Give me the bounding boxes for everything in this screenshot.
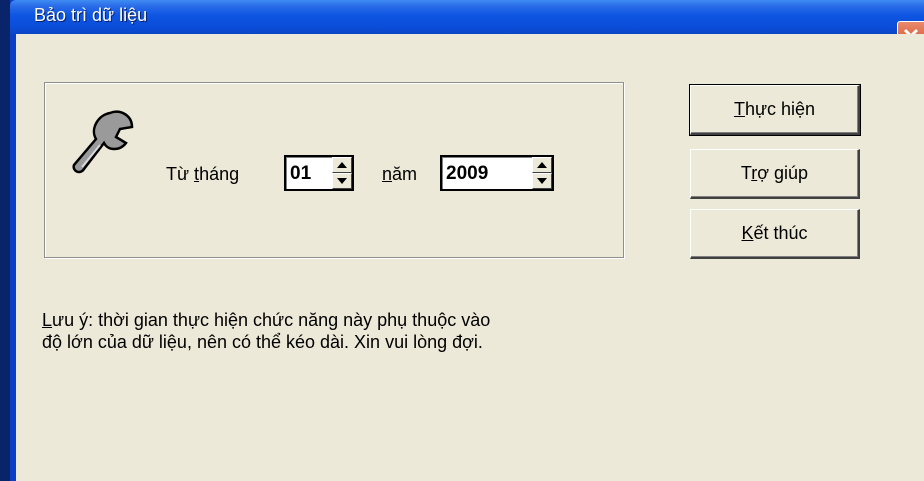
note-text: Lưu ý: thời gian thực hiện chức năng này…: [42, 309, 662, 353]
month-spinner[interactable]: 01: [284, 155, 354, 191]
arrow-up-icon: [337, 162, 347, 168]
note-line-2: độ lớn của dữ liệu, nên có thể kéo dài. …: [42, 332, 483, 352]
from-month-label: Từ tháng: [166, 164, 240, 184]
window-title: Bảo trì dữ liệu: [34, 5, 148, 25]
title-bar[interactable]: Bảo trì dữ liệu: [10, 0, 924, 51]
help-button[interactable]: Trợ giúp: [690, 149, 860, 199]
dialog-client: Từ tháng 01 năm 2009 Thực hiện Trợ giúp …: [16, 34, 924, 481]
year-down-button[interactable]: [532, 173, 552, 189]
month-value[interactable]: 01: [290, 163, 311, 185]
year-up-button[interactable]: [532, 157, 552, 173]
finish-button[interactable]: Kết thúc: [690, 209, 860, 259]
arrow-down-icon: [537, 178, 547, 184]
wrench-icon: [72, 110, 134, 174]
year-spinner[interactable]: 2009: [440, 155, 554, 191]
arrow-down-icon: [337, 178, 347, 184]
year-label: năm: [382, 164, 418, 184]
dialog-window: Bảo trì dữ liệu Từ tháng 01 năm 2009 Thự…: [10, 0, 924, 481]
year-value[interactable]: 2009: [446, 163, 488, 185]
note-line-1: Lưu ý: thời gian thực hiện chức năng này…: [42, 310, 491, 330]
arrow-up-icon: [537, 162, 547, 168]
month-up-button[interactable]: [332, 157, 352, 173]
month-down-button[interactable]: [332, 173, 352, 189]
execute-button[interactable]: Thực hiện: [689, 84, 861, 136]
